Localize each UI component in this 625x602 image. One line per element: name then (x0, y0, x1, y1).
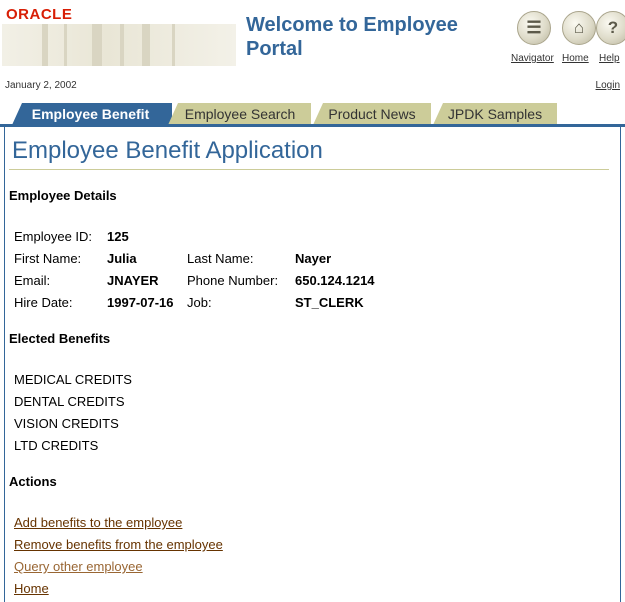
oracle-logo-banner: ORACLE (2, 4, 236, 66)
last-name-value: Nayer (295, 251, 332, 266)
logo-graphic-band (2, 24, 236, 66)
tab-employee-benefit[interactable]: Employee Benefit (18, 103, 163, 125)
navigator-icon[interactable]: ☰ (517, 11, 551, 45)
current-date: January 2, 2002 (5, 80, 77, 91)
tab-bar: Employee Benefit Employee Search Product… (0, 103, 625, 125)
tab-product-news[interactable]: Product News (320, 103, 424, 125)
help-icon[interactable]: ? (596, 11, 625, 45)
hire-date-value: 1997-07-16 (107, 295, 174, 310)
page-title: Employee Benefit Application (12, 137, 323, 164)
home-link[interactable]: Home (562, 53, 589, 64)
first-name-label: First Name: (14, 251, 82, 266)
navigator-link[interactable]: Navigator (511, 53, 554, 64)
query-employee-link[interactable]: Query other employee (14, 559, 143, 574)
login-link[interactable]: Login (596, 80, 620, 91)
employee-id-label: Employee ID: (14, 229, 93, 244)
benefit-item: VISION CREDITS (14, 416, 119, 431)
actions-heading: Actions (9, 474, 57, 489)
remove-benefits-link[interactable]: Remove benefits from the employee (14, 537, 223, 552)
add-benefits-link[interactable]: Add benefits to the employee (14, 515, 182, 530)
last-name-label: Last Name: (187, 251, 254, 266)
home-icon[interactable]: ⌂ (562, 11, 596, 45)
phone-label: Phone Number: (187, 273, 279, 288)
benefit-item: MEDICAL CREDITS (14, 372, 132, 387)
hire-date-label: Hire Date: (14, 295, 73, 310)
elected-benefits-heading: Elected Benefits (9, 331, 111, 346)
job-label: Job: (187, 295, 212, 310)
employee-details-heading: Employee Details (9, 188, 117, 203)
tab-jpdk-samples[interactable]: JPDK Samples (440, 103, 550, 125)
portal-title: Welcome to Employee Portal (246, 14, 458, 60)
home-action-link[interactable]: Home (14, 581, 49, 596)
portal-header: ORACLE Welcome to Employee Portal ☰ ⌂ ? … (0, 0, 625, 76)
oracle-logo: ORACLE (6, 6, 73, 23)
employee-id-value: 125 (107, 229, 129, 244)
benefit-item: LTD CREDITS (14, 438, 99, 453)
email-value: JNAYER (107, 273, 159, 288)
email-label: Email: (14, 273, 51, 288)
benefit-item: DENTAL CREDITS (14, 394, 125, 409)
title-divider (9, 169, 609, 170)
first-name-value: Julia (107, 251, 137, 266)
job-value: ST_CLERK (295, 295, 364, 310)
help-link[interactable]: Help (599, 53, 620, 64)
phone-value: 650.124.1214 (295, 273, 375, 288)
tab-employee-search[interactable]: Employee Search (175, 103, 305, 125)
